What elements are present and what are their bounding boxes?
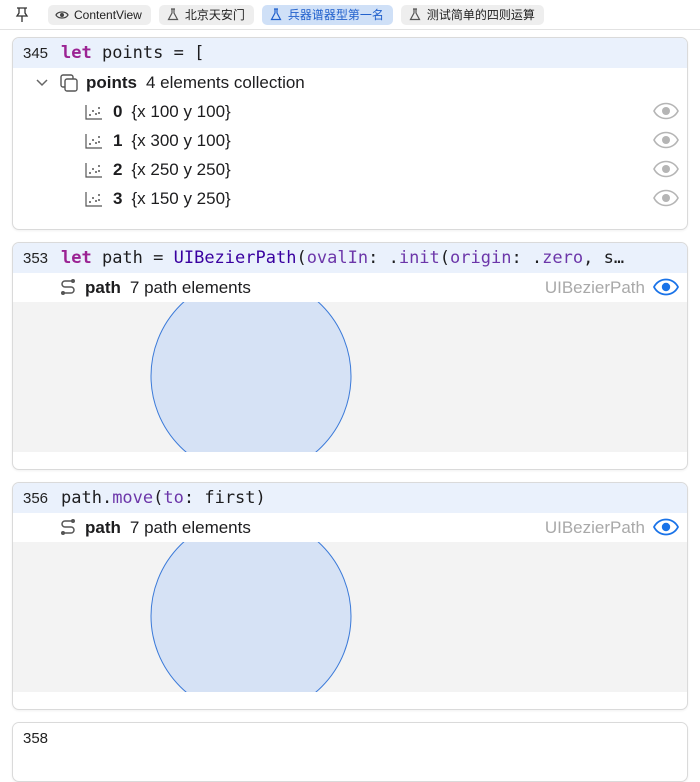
- code-identifier: init: [398, 248, 440, 268]
- item-index: 2: [113, 159, 123, 179]
- tab-weapon-ranking[interactable]: 兵器谱器型第一名: [261, 4, 393, 25]
- result-card-path-move: 356 path.move(to: first) path 7 path ele…: [12, 482, 688, 710]
- result-row[interactable]: path 7 path elements UIBezierPath: [13, 513, 687, 542]
- code-segment: (: [153, 488, 164, 508]
- code-identifier: move: [112, 488, 154, 508]
- tab-content-view[interactable]: ContentView: [48, 4, 151, 25]
- code-line: 356 path.move(to: first): [13, 483, 687, 513]
- line-number: 345: [23, 44, 49, 62]
- result-type: UIBezierPath: [544, 277, 645, 297]
- collection-icon: [59, 73, 79, 93]
- code-segment: (: [439, 248, 451, 268]
- scatter-chart-icon: [85, 104, 103, 120]
- chevron-down-icon[interactable]: [35, 76, 49, 90]
- path-preview: [13, 302, 687, 452]
- code-text: path.move(to: first): [61, 488, 266, 508]
- list-item[interactable]: 3 {x 150 y 250}: [13, 184, 687, 213]
- oval-shape: [150, 302, 352, 452]
- scatter-chart-icon: [85, 191, 103, 207]
- code-text: let points = [: [61, 43, 204, 63]
- result-description: 7 path elements: [129, 277, 251, 297]
- scatter-chart-icon: [85, 162, 103, 178]
- flask-icon: [269, 8, 283, 22]
- scatter-chart-icon: [85, 133, 103, 149]
- result-type: UIBezierPath: [544, 517, 645, 537]
- eye-icon[interactable]: [653, 160, 679, 178]
- collection-name: points: [86, 72, 137, 92]
- path-icon: [59, 518, 77, 538]
- eye-icon: [55, 8, 69, 22]
- item-value: {x 300 y 100}: [131, 130, 231, 150]
- item-index: 0: [113, 101, 123, 121]
- list-item[interactable]: 2 {x 250 y 250}: [13, 155, 687, 184]
- collection-description: 4 elements collection: [146, 72, 305, 92]
- tab-label: ContentView: [74, 7, 142, 22]
- code-line: 358: [13, 723, 687, 753]
- list-item[interactable]: 1 {x 300 y 100}: [13, 126, 687, 155]
- code-segment: : .: [368, 248, 399, 268]
- keyword: let: [61, 43, 92, 63]
- result-row[interactable]: path 7 path elements UIBezierPath: [13, 273, 687, 302]
- path-preview: [13, 542, 687, 692]
- code-segment: path =: [91, 248, 174, 268]
- tab-arithmetic-test[interactable]: 测试简单的四则运算: [400, 4, 544, 25]
- flask-icon: [408, 8, 422, 22]
- item-index: 3: [113, 188, 123, 208]
- result-card-points: 345 let points = [ points 4 elements col…: [12, 37, 688, 230]
- code-segment: : .: [511, 248, 543, 268]
- result-description: 7 path elements: [129, 517, 251, 537]
- code-segment: points = [: [91, 43, 205, 63]
- oval-shape: [150, 542, 352, 692]
- pin-icon[interactable]: [10, 3, 34, 27]
- line-number: 353: [23, 249, 49, 267]
- code-text: let path = UIBezierPath(ovalIn: .init(or…: [61, 248, 624, 268]
- code-line: 353 let path = UIBezierPath(ovalIn: .ini…: [13, 243, 687, 273]
- result-card-path-init: 353 let path = UIBezierPath(ovalIn: .ini…: [12, 242, 688, 470]
- code-type: UIBezierPath: [173, 248, 297, 268]
- tab-label: 测试简单的四则运算: [426, 8, 535, 22]
- line-number: 356: [23, 489, 49, 507]
- code-segment: (: [296, 248, 307, 268]
- item-value: {x 150 y 250}: [131, 188, 231, 208]
- code-line: 345 let points = [: [13, 38, 687, 68]
- tab-beijing[interactable]: 北京天安门: [158, 4, 254, 25]
- eye-icon[interactable]: [652, 518, 680, 536]
- eye-icon[interactable]: [652, 278, 680, 296]
- item-index: 1: [113, 130, 123, 150]
- flask-icon: [166, 8, 180, 22]
- line-number: 358: [23, 729, 49, 747]
- code-identifier: origin: [450, 248, 512, 268]
- eye-icon[interactable]: [653, 189, 679, 207]
- result-name: path: [85, 517, 121, 537]
- tab-bar: ContentView 北京天安门 兵器谱器型第一名 测试简单的四则运算: [0, 0, 700, 30]
- item-value: {x 100 y 100}: [131, 101, 231, 121]
- eye-icon[interactable]: [653, 102, 679, 120]
- code-identifier: zero: [542, 248, 584, 268]
- eye-icon[interactable]: [653, 131, 679, 149]
- code-identifier: to: [163, 488, 184, 508]
- tab-label: 北京天安门: [184, 8, 245, 22]
- result-card-partial: 358: [12, 722, 688, 782]
- code-segment: : first): [183, 488, 266, 508]
- item-value: {x 250 y 250}: [131, 159, 231, 179]
- list-item[interactable]: 0 {x 100 y 100}: [13, 97, 687, 126]
- tab-label: 兵器谱器型第一名: [287, 8, 384, 22]
- code-segment: path.: [61, 488, 113, 508]
- code-identifier: ovalIn: [306, 248, 369, 268]
- keyword: let: [61, 248, 92, 268]
- result-name: path: [85, 277, 121, 297]
- code-segment: , s…: [583, 248, 625, 268]
- collection-row[interactable]: points 4 elements collection: [13, 68, 687, 97]
- path-icon: [59, 278, 77, 298]
